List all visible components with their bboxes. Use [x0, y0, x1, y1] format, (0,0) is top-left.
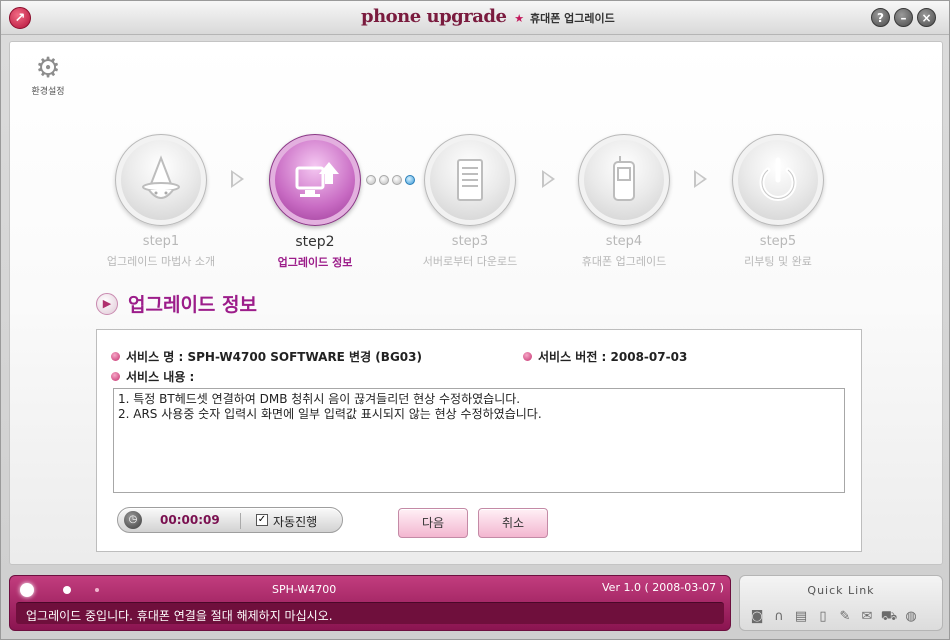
brand-name: phone upgrade: [361, 6, 507, 27]
document-icon[interactable]: ▤: [792, 608, 810, 626]
wizard-icon: [115, 134, 207, 226]
content-line: 2. ARS 사용중 숫자 입력시 화면에 일부 입력값 표시되지 않는 현상 …: [118, 407, 542, 421]
service-content-label: 서비스 내용 :: [126, 370, 195, 384]
app-logo-icon: ↗: [9, 7, 31, 29]
service-version: 서비스 버전 : 2008-07-03: [538, 350, 688, 364]
step-3: step3 서버로부터 다운로드: [400, 134, 540, 269]
section-title: 업그레이드 정보: [128, 294, 257, 316]
headset-icon[interactable]: ∩: [770, 608, 788, 626]
bullet-icon: [523, 352, 532, 361]
model-name: SPH-W4700: [272, 583, 337, 596]
step-number: step2: [295, 234, 335, 250]
power-icon: [732, 134, 824, 226]
notepad-icon[interactable]: ✎: [836, 608, 854, 626]
computer-upload-icon: [269, 134, 361, 226]
divider: [240, 513, 241, 529]
step-1: step1 업그레이드 마법사 소개: [91, 134, 231, 269]
settings-label: 환경설정: [31, 87, 65, 97]
progress-dot: [366, 175, 376, 185]
step-label: 업그레이드 마법사 소개: [106, 255, 216, 268]
bullet-icon: [111, 372, 120, 381]
gear-icon: ⚙: [35, 51, 61, 84]
car-icon[interactable]: ⛟: [880, 608, 898, 626]
app-window: ↗ phone upgrade ★ 휴대폰 업그레이드 ? – × ⚙ 환경설정: [0, 0, 950, 640]
settings-button[interactable]: ⚙ 환경설정: [28, 51, 68, 98]
next-button[interactable]: 다음: [398, 508, 468, 538]
mail-icon[interactable]: ✉: [858, 608, 876, 626]
close-button[interactable]: ×: [917, 8, 936, 27]
step-arrow-icon: [694, 170, 707, 188]
help-button[interactable]: ?: [871, 8, 890, 27]
quick-link-panel: Quick Link ◙ ∩ ▤ ▯ ✎ ✉ ⛟ ◍: [739, 575, 943, 631]
step-label: 업그레이드 정보: [277, 256, 353, 269]
info-box: 서비스 명 : SPH-W4700 SOFTWARE 변경 (BG03) 서비스…: [96, 329, 862, 552]
version-info: Ver 1.0 ( 2008-03-07 ): [602, 581, 724, 594]
star-icon: ★: [514, 12, 525, 25]
step-5: step5 리부팅 및 완료: [708, 134, 848, 269]
step-number: step3: [451, 234, 489, 249]
phone-icon[interactable]: ▯: [814, 608, 832, 626]
status-light-icon: [20, 583, 34, 597]
title-bar[interactable]: ↗ phone upgrade ★ 휴대폰 업그레이드 ? – ×: [1, 1, 949, 35]
step-4: step4 휴대폰 업그레이드: [554, 134, 694, 269]
step-number: step5: [759, 234, 797, 249]
main-panel: ⚙ 환경설정 step1 업그레이드 마법사 소개 step2 업그레이드 정보…: [9, 41, 943, 565]
elapsed-time: 00:00:09: [160, 513, 220, 527]
timer-bar: ◷ 00:00:09 ✓ 자동진행: [117, 507, 343, 533]
status-message-bar: 업그레이드 중입니다. 휴대폰 연결을 절대 해제하지 마십시오.: [16, 602, 724, 624]
content-line: 1. 특정 BT헤드셋 연결하여 DMB 청취시 음이 끊겨들리던 현상 수정하…: [118, 392, 521, 406]
step-label: 휴대폰 업그레이드: [581, 255, 667, 268]
minimize-button[interactable]: –: [894, 8, 913, 27]
window-subtitle: 휴대폰 업그레이드: [529, 12, 615, 25]
status-message: 업그레이드 중입니다. 휴대폰 연결을 절대 해제하지 마십시오.: [26, 609, 333, 623]
step-label: 리부팅 및 완료: [744, 255, 812, 268]
step-number: step4: [605, 234, 643, 249]
server-icon: [424, 134, 516, 226]
bullet-icon: [111, 352, 120, 361]
auto-proceed-label[interactable]: 자동진행: [273, 513, 317, 530]
auto-proceed-checkbox[interactable]: ✓: [256, 514, 268, 526]
cancel-button[interactable]: 취소: [478, 508, 548, 538]
service-name: 서비스 명 : SPH-W4700 SOFTWARE 변경 (BG03): [126, 350, 422, 364]
service-content-textarea[interactable]: 1. 특정 BT헤드셋 연결하여 DMB 청취시 음이 끊겨들리던 현상 수정하…: [113, 388, 845, 493]
play-circle-icon: ▶: [96, 292, 118, 315]
quick-link-title: Quick Link: [807, 584, 875, 597]
status-dot-icon: [95, 588, 99, 592]
status-dot-icon: [63, 586, 71, 594]
step-2: step2 업그레이드 정보: [245, 134, 385, 270]
section-header: ▶ 업그레이드 정보: [96, 290, 257, 317]
status-panel: SPH-W4700 Ver 1.0 ( 2008-03-07 ) 업그레이드 중…: [9, 575, 731, 631]
service-name-row: 서비스 명 : SPH-W4700 SOFTWARE 변경 (BG03): [111, 348, 422, 365]
camera-icon[interactable]: ◙: [748, 608, 766, 626]
globe-icon[interactable]: ◍: [902, 608, 920, 626]
mobile-phone-icon: [578, 134, 670, 226]
window-title: phone upgrade ★ 휴대폰 업그레이드: [361, 6, 615, 30]
service-version-row: 서비스 버전 : 2008-07-03: [523, 348, 687, 365]
progress-dot: [379, 175, 389, 185]
step-number: step1: [142, 234, 180, 249]
service-content-row: 서비스 내용 :: [111, 368, 194, 385]
step-arrow-icon: [231, 170, 244, 188]
quick-link-icons: ◙ ∩ ▤ ▯ ✎ ✉ ⛟ ◍: [748, 608, 920, 626]
step-label: 서버로부터 다운로드: [422, 255, 518, 268]
clock-icon: ◷: [124, 511, 142, 529]
